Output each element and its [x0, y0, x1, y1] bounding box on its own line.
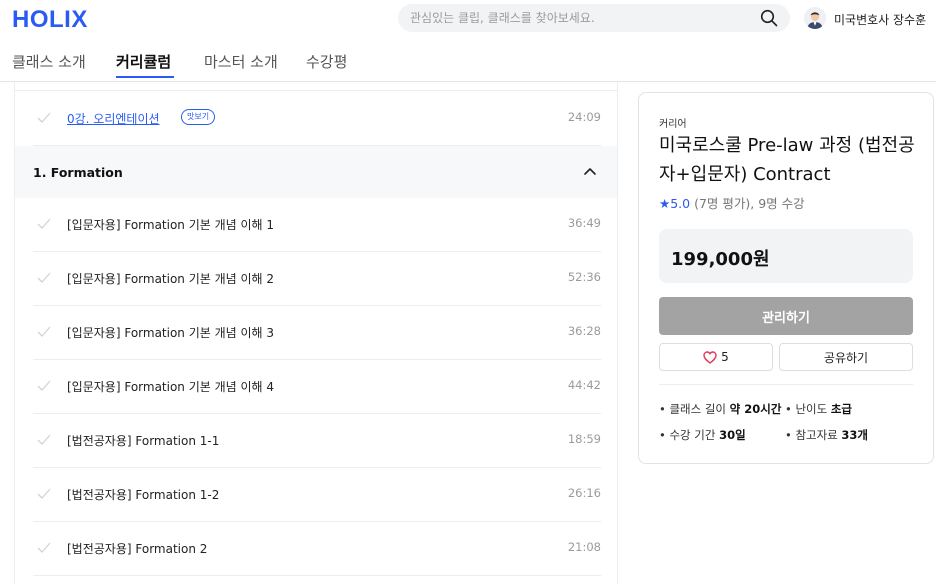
share-button[interactable]: 공유하기 — [779, 343, 913, 371]
rating-row: ★5.0 (7명 평가), 9명 수강 — [659, 193, 805, 212]
rating-detail: (7명 평가), 9명 수강 — [694, 196, 805, 211]
active-tab-indicator — [116, 76, 174, 78]
lesson-duration: 24:09 — [567, 110, 601, 124]
heart-icon — [703, 350, 717, 364]
lesson-title: [입문자용] Formation 기본 개념 이해 1 — [67, 218, 275, 232]
info-value: 30일 — [719, 428, 746, 442]
access-period-info: • 수강 기간 30일 — [659, 427, 746, 443]
info-value: 초급 — [830, 402, 853, 416]
lesson-title: [입문자용] Formation 기본 개념 이해 3 — [67, 326, 275, 340]
search-input[interactable] — [410, 4, 740, 32]
divider — [659, 384, 913, 385]
lesson-duration: 52:36 — [567, 270, 601, 284]
preview-badge[interactable]: 맛보기 — [181, 109, 216, 125]
price: 199,000원 — [671, 249, 770, 270]
manage-button[interactable]: 관리하기 — [659, 297, 913, 335]
materials-info: • 참고자료 33개 — [785, 427, 868, 443]
check-icon — [37, 488, 51, 499]
like-button[interactable]: 5 — [659, 343, 773, 371]
rating-value: 5.0 — [670, 196, 691, 211]
tab-curriculum[interactable]: 커리큘럼 — [116, 51, 171, 72]
lesson-item[interactable]: [법전공자용] Formation 1-1 18:59 — [33, 414, 601, 468]
divider — [15, 90, 617, 91]
lesson-duration: 36:49 — [567, 216, 601, 230]
lesson-duration: 44:42 — [567, 378, 601, 392]
section-header-formation[interactable]: 1. Formation — [15, 146, 617, 198]
course-title: 미국로스쿨 Pre-law 과정 (법전공자+입문자) Contract — [659, 135, 915, 185]
course-card: 커리어 미국로스쿨 Pre-law 과정 (법전공자+입문자) Contract… — [638, 92, 934, 464]
check-icon — [37, 272, 51, 283]
tab-reviews[interactable]: 수강평 — [306, 51, 347, 72]
search-bar[interactable] — [398, 4, 790, 32]
like-count: 5 — [721, 350, 729, 364]
info-label: • 클래스 길이 — [659, 402, 730, 416]
lesson-duration: 21:08 — [567, 540, 601, 554]
lesson-title: [입문자용] Formation 기본 개념 이해 4 — [67, 380, 275, 394]
lesson-title: [법전공자용] Formation 1-2 — [67, 488, 220, 502]
class-length-info: • 클래스 길이 약 20시간 — [659, 401, 781, 417]
lesson-item[interactable]: [법전공자용] Formation 2 21:08 — [33, 522, 601, 576]
difficulty-info: • 난이도 초급 — [785, 401, 852, 417]
star-icon: ★ — [659, 196, 671, 211]
chevron-up-icon[interactable] — [583, 166, 597, 176]
user-name[interactable]: 미국변호사 장수훈 — [834, 11, 926, 28]
tab-class-intro[interactable]: 클래스 소개 — [12, 51, 86, 72]
search-icon[interactable] — [760, 9, 778, 27]
lesson-item[interactable]: [입문자용] Formation 기본 개념 이해 3 36:28 — [33, 306, 601, 360]
lesson-title: [법전공자용] Formation 2 — [67, 542, 208, 556]
tab-master-intro[interactable]: 마스터 소개 — [204, 51, 278, 72]
avatar[interactable] — [804, 7, 826, 29]
lesson-item[interactable]: [입문자용] Formation 기본 개념 이해 1 36:49 — [33, 198, 601, 252]
top-header: HOLIX 미국변호사 장수훈 — [0, 0, 936, 40]
course-category: 커리어 — [659, 119, 687, 130]
info-label: • 참고자료 — [785, 428, 842, 442]
lesson-title: [법전공자용] Formation 1-1 — [67, 434, 220, 448]
lesson-item[interactable]: [입문자용] Formation 기본 개념 이해 2 52:36 — [33, 252, 601, 306]
lesson-item[interactable]: [법전공자용] Formation 1-2 26:16 — [33, 468, 601, 522]
price-box: 199,000원 — [659, 229, 913, 283]
holix-logo[interactable]: HOLIX — [12, 6, 88, 34]
check-icon — [37, 218, 51, 229]
lesson-item[interactable]: [입문자용] Formation 기본 개념 이해 4 44:42 — [33, 360, 601, 414]
lesson-duration: 18:59 — [567, 432, 601, 446]
check-icon — [37, 542, 51, 553]
lesson-title: [입문자용] Formation 기본 개념 이해 2 — [67, 272, 275, 286]
info-value: 약 20시간 — [729, 402, 782, 416]
check-icon — [37, 380, 51, 391]
section-title: 1. Formation — [33, 165, 123, 180]
lesson-item-orientation[interactable]: 0강. 오리엔테이션 맛보기 24:09 — [33, 92, 601, 146]
curriculum-list: 0강. 오리엔테이션 맛보기 24:09 1. Formation [입문자용]… — [14, 82, 618, 584]
check-icon — [37, 112, 51, 123]
lesson-duration: 26:16 — [567, 486, 601, 500]
lesson-duration: 36:28 — [567, 324, 601, 338]
check-icon — [37, 326, 51, 337]
info-label: • 난이도 — [785, 402, 831, 416]
check-icon — [37, 434, 51, 445]
info-value: 33개 — [841, 428, 869, 442]
lesson-title[interactable]: 0강. 오리엔테이션 — [67, 110, 160, 127]
info-label: • 수강 기간 — [659, 428, 720, 442]
